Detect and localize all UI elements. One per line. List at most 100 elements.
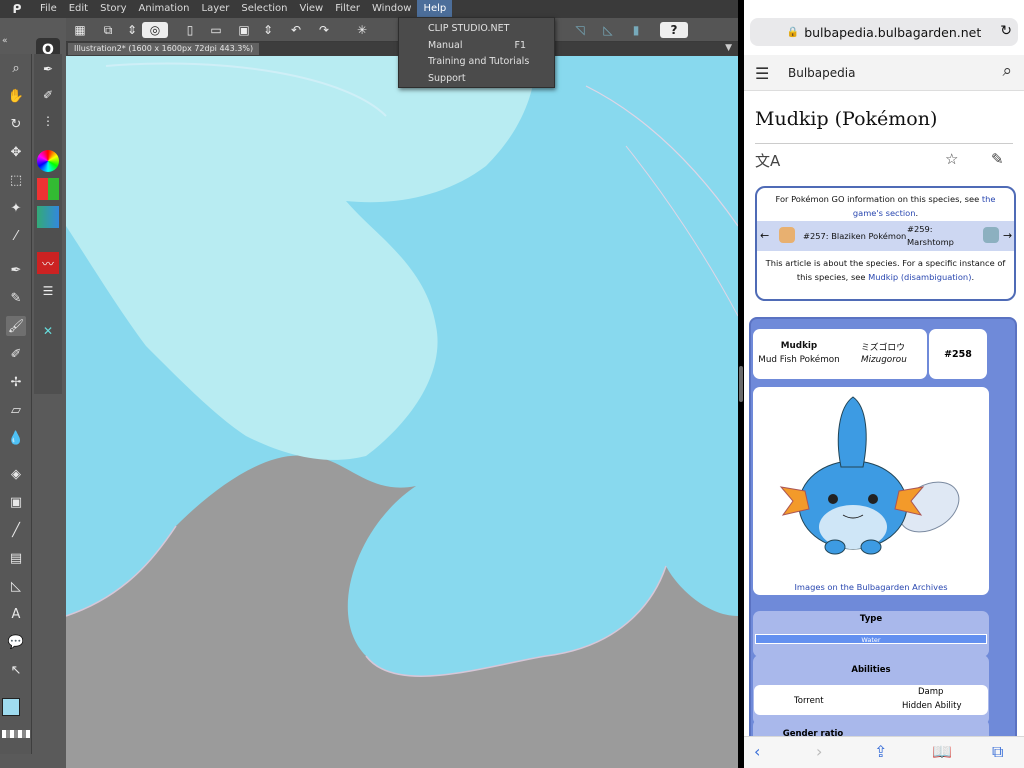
rotate-icon[interactable]: ↻: [6, 114, 26, 134]
split-view-handle[interactable]: [739, 366, 743, 402]
move-icon[interactable]: ✥: [6, 142, 26, 162]
help-menu-clip-studio-net[interactable]: CLIP STUDIO.NET: [399, 21, 554, 38]
type-water-badge[interactable]: Water: [755, 634, 987, 644]
browser-window: 🔒 bulbapedia.bulbagarden.net ↻ ☰ Bulbape…: [744, 0, 1024, 768]
pokemon-category[interactable]: Mud Fish Pokémon: [757, 355, 841, 365]
drawing-canvas[interactable]: [66, 56, 738, 768]
selection-icon[interactable]: ⬚: [6, 170, 26, 190]
layer-icon[interactable]: ☰: [37, 280, 59, 302]
loading-icon[interactable]: ✳: [354, 22, 370, 38]
site-name[interactable]: Bulbapedia: [788, 66, 855, 80]
correct-line-icon[interactable]: ↖: [6, 660, 26, 680]
star-icon[interactable]: ☆: [945, 150, 958, 168]
navigator-icon[interactable]: ✕: [37, 320, 59, 342]
color-wheel-icon[interactable]: [37, 150, 59, 172]
new-file-icon[interactable]: ▯: [182, 22, 198, 38]
pen-icon[interactable]: ✒: [6, 260, 26, 280]
ability-torrent[interactable]: Torrent: [794, 696, 824, 706]
help-menu-training[interactable]: Training and Tutorials: [399, 54, 554, 71]
reload-icon[interactable]: ↻: [1000, 23, 1012, 39]
sub-tool-settings-icon[interactable]: ✐: [37, 84, 59, 106]
figure-icon[interactable]: ╱: [6, 520, 26, 540]
share-icon[interactable]: ⇪: [874, 742, 887, 761]
address-bar[interactable]: 🔒 bulbapedia.bulbagarden.net ↻: [750, 18, 1018, 46]
bookmarks-icon[interactable]: 📖: [932, 742, 952, 761]
color-set-icon[interactable]: [37, 178, 59, 200]
auto-select-icon[interactable]: ✦: [6, 198, 26, 218]
sub-tool-detail-icon[interactable]: ⋮: [37, 110, 59, 132]
help-menu-manual[interactable]: Manual F1: [399, 38, 554, 55]
eyedropper-icon[interactable]: ⁄: [6, 226, 26, 246]
redo-icon[interactable]: ↷: [316, 22, 332, 38]
document-tab[interactable]: Illustration2* (1600 x 1600px 72dpi 443.…: [68, 43, 260, 55]
transparent-color-swatch[interactable]: [2, 730, 30, 738]
menu-edit[interactable]: Edit: [63, 0, 94, 18]
menu-icon[interactable]: ☰: [755, 64, 769, 83]
frame-icon[interactable]: ▤: [6, 548, 26, 568]
snap-special-ruler-icon[interactable]: ◺: [600, 22, 616, 38]
undo-icon[interactable]: ↶: [288, 22, 304, 38]
collapse-icon[interactable]: «: [2, 36, 30, 50]
color-slider-icon[interactable]: [37, 206, 59, 228]
eraser-icon[interactable]: ▱: [6, 400, 26, 420]
clip-studio-icon[interactable]: ◎: [142, 22, 168, 38]
gradient-icon[interactable]: ▣: [6, 492, 26, 512]
marshtomp-icon[interactable]: [983, 227, 999, 243]
grid-icon[interactable]: ▦: [72, 22, 88, 38]
help-icon[interactable]: ?: [660, 22, 688, 38]
ability-damp[interactable]: Damp: [918, 687, 943, 697]
archives-link[interactable]: Images on the Bulbagarden Archives: [753, 582, 989, 592]
next-arrow-icon[interactable]: →: [1003, 229, 1012, 242]
disambiguation-link[interactable]: Mudkip (disambiguation): [868, 272, 971, 282]
pokemon-infobox: Mudkip Mud Fish Pokémon ミズゴロウ Mizugorou …: [749, 317, 1017, 768]
prev-arrow-icon[interactable]: ←: [760, 229, 769, 242]
help-menu-label: Support: [428, 72, 466, 84]
main-color-swatch[interactable]: [2, 698, 20, 716]
text-icon[interactable]: A: [6, 604, 26, 624]
snap-ruler-icon[interactable]: ◹: [572, 22, 588, 38]
new-canvas-icon[interactable]: ⧉: [100, 22, 116, 38]
airbrush-icon[interactable]: ✐: [6, 344, 26, 364]
menu-help[interactable]: Help: [417, 0, 453, 18]
decoration-icon[interactable]: ✢: [6, 372, 26, 392]
menu-selection[interactable]: Selection: [235, 0, 293, 18]
mudkip-artwork[interactable]: [753, 387, 989, 577]
menu-file[interactable]: File: [34, 0, 63, 18]
edit-icon[interactable]: ✎: [991, 150, 1004, 168]
spin-icon[interactable]: ⇕: [124, 22, 140, 38]
brush-icon[interactable]: 🖌: [6, 316, 26, 336]
save-icon[interactable]: ▣: [236, 22, 252, 38]
prev-species-link[interactable]: #257: Blaziken Pokémon: [803, 231, 906, 241]
ruler-icon[interactable]: ◺: [6, 576, 26, 596]
menu-filter[interactable]: Filter: [329, 0, 366, 18]
pencil-icon[interactable]: ✎: [6, 288, 26, 308]
next-species-name: Marshtomp: [907, 237, 954, 247]
menu-layer[interactable]: Layer: [196, 0, 236, 18]
snap-grid-icon[interactable]: ▮: [628, 22, 644, 38]
left-panel: « Q ⌕ ✋ ↻ ✥ ⬚ ✦ ⁄ ✒ ✎ 🖌 ✐ ✢ ▱ 💧 ◈ ▣ ╱ ▤: [0, 18, 66, 768]
clip-studio-logo-icon[interactable]: ᑭ: [0, 0, 34, 18]
language-icon[interactable]: 文A: [755, 150, 780, 171]
sub-tool-pen-icon[interactable]: ✒: [37, 58, 59, 80]
forward-icon[interactable]: ›: [816, 742, 822, 761]
hand-icon[interactable]: ✋: [6, 86, 26, 106]
brush-size-icon[interactable]: 〰: [37, 252, 59, 274]
menu-window[interactable]: Window: [366, 0, 417, 18]
blaziken-icon[interactable]: [779, 227, 795, 243]
menu-view[interactable]: View: [294, 0, 330, 18]
help-menu-support[interactable]: Support: [399, 71, 554, 88]
fill-icon[interactable]: ◈: [6, 464, 26, 484]
screen: ᑭ File Edit Story Animation Layer Select…: [0, 0, 1024, 768]
search-icon[interactable]: ⌕: [1002, 61, 1012, 81]
tabs-icon[interactable]: ⧉: [992, 742, 1003, 762]
menu-story[interactable]: Story: [94, 0, 132, 18]
zoom-icon[interactable]: ⌕: [6, 58, 26, 78]
spin2-icon[interactable]: ⇕: [260, 22, 276, 38]
next-species-link[interactable]: #259: Marshtomp: [907, 223, 954, 249]
tab-menu-icon[interactable]: ▼: [725, 43, 732, 53]
back-icon[interactable]: ‹: [754, 742, 760, 761]
open-icon[interactable]: ▭: [208, 22, 224, 38]
menu-animation[interactable]: Animation: [133, 0, 196, 18]
balloon-icon[interactable]: 💬: [6, 632, 26, 652]
blend-icon[interactable]: 💧: [6, 428, 26, 448]
